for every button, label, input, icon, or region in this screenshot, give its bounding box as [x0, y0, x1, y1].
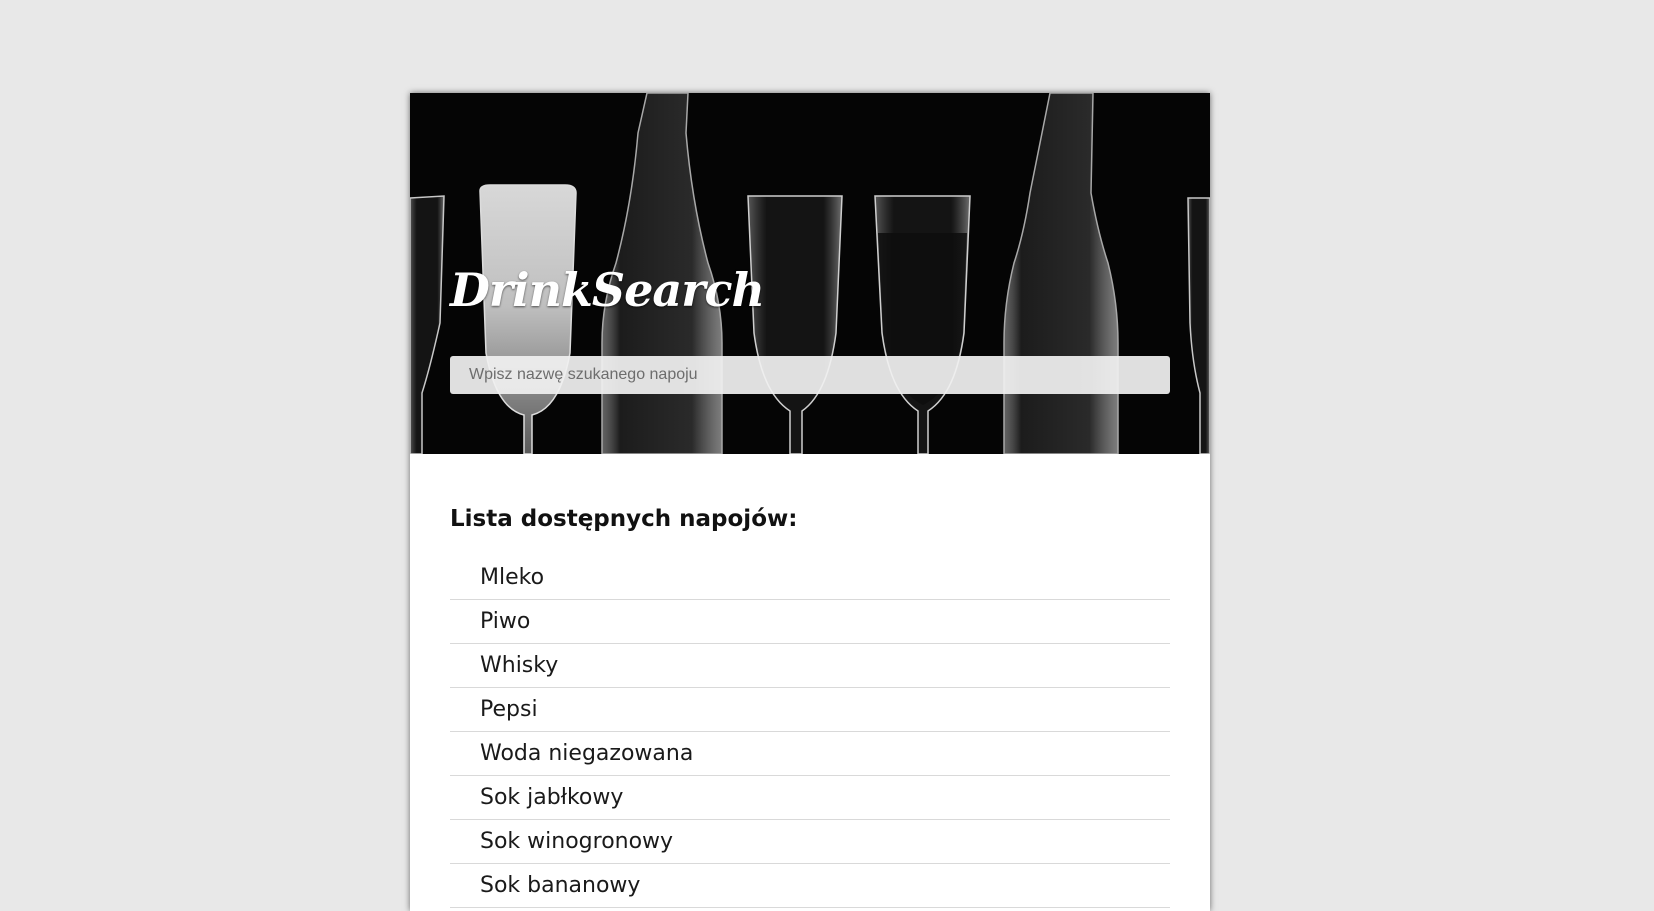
drink-list-item[interactable]: Whisky — [450, 644, 1170, 688]
hero-banner: DrinkSearch — [410, 93, 1210, 454]
main-card: DrinkSearch Lista dostępnych napojów: Ml… — [410, 93, 1210, 911]
drink-list: Mleko Piwo Whisky Pepsi Woda niegazowana… — [450, 556, 1170, 908]
drink-list-item[interactable]: Sok jabłkowy — [450, 776, 1170, 820]
drink-list-heading: Lista dostępnych napojów: — [450, 506, 798, 532]
drink-list-item[interactable]: Mleko — [450, 556, 1170, 600]
drink-list-item[interactable]: Sok winogronowy — [450, 820, 1170, 864]
drink-list-item[interactable]: Pepsi — [450, 688, 1170, 732]
drink-list-item[interactable]: Woda niegazowana — [450, 732, 1170, 776]
drink-list-section: Lista dostępnych napojów: Mleko Piwo Whi… — [410, 454, 1210, 908]
app-logo-title: DrinkSearch — [450, 263, 765, 317]
drink-list-item[interactable]: Sok bananowy — [450, 864, 1170, 908]
drink-list-item[interactable]: Piwo — [450, 600, 1170, 644]
drink-search-input[interactable] — [450, 356, 1170, 394]
